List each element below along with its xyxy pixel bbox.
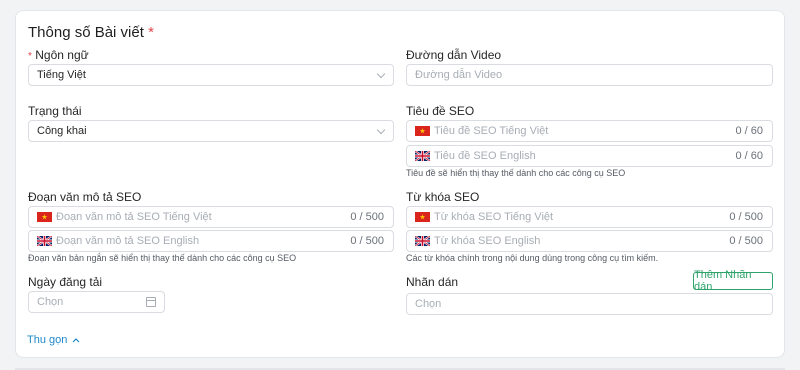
char-counter: 0 / 500 (350, 235, 384, 247)
publish-date-label: Ngày đăng tải (28, 275, 103, 289)
seo-desc-en-input[interactable]: Đoạn văn mô tả SEO English 0 / 500 (28, 230, 394, 252)
section-title-text: Thông số Bài viết (28, 24, 144, 41)
seo-title-label: Tiêu đề SEO (406, 104, 475, 118)
video-url-placeholder: Đường dẫn Video (415, 69, 503, 81)
seo-keywords-vi-input[interactable]: Từ khóa SEO Tiếng Việt 0 / 500 (406, 206, 773, 228)
section-title: Thông số Bài viết * (28, 24, 154, 41)
seo-desc-en-placeholder: Đoạn văn mô tả SEO English (56, 235, 200, 247)
char-counter: 0 / 500 (350, 211, 384, 223)
seo-keywords-hint: Các từ khóa chính trong nội dung dùng tr… (406, 253, 659, 263)
vietnam-flag-icon (415, 212, 430, 222)
uk-flag-icon (415, 151, 430, 161)
video-label: Đường dẫn Video (406, 48, 502, 62)
tags-placeholder: Chọn (415, 298, 442, 310)
seo-keywords-en-placeholder: Từ khóa SEO English (434, 235, 541, 247)
publish-date-placeholder: Chọn (37, 296, 64, 308)
collapse-toggle[interactable]: Thu gọn (27, 334, 80, 346)
add-tag-button[interactable]: Thêm Nhãn dán (693, 269, 773, 293)
seo-title-vi-placeholder: Tiêu đề SEO Tiếng Việt (434, 125, 549, 137)
seo-desc-vi-input[interactable]: Đoạn văn mô tả SEO Tiếng Việt 0 / 500 (28, 206, 394, 228)
seo-keywords-vi-placeholder: Từ khóa SEO Tiếng Việt (434, 211, 554, 223)
language-label-text: Ngôn ngữ (35, 48, 89, 62)
chevron-down-icon (376, 125, 386, 135)
chevron-up-icon (72, 338, 80, 343)
language-select-value: Tiếng Việt (37, 69, 86, 81)
vietnam-flag-icon (415, 126, 430, 136)
seo-keywords-label: Từ khóa SEO (406, 190, 480, 204)
char-counter: 0 / 60 (735, 125, 763, 137)
publish-date-picker[interactable]: Chọn (28, 291, 165, 313)
seo-title-vi-input[interactable]: Tiêu đề SEO Tiếng Việt 0 / 60 (406, 120, 773, 142)
char-counter: 0 / 60 (735, 150, 763, 162)
tags-select[interactable]: Chọn (406, 293, 773, 315)
seo-title-hint: Tiêu đề sẽ hiển thị thay thế dành cho cá… (406, 168, 626, 178)
language-label: * Ngôn ngữ (28, 48, 89, 62)
status-label: Trạng thái (28, 104, 82, 118)
uk-flag-icon (415, 236, 430, 246)
tags-label: Nhãn dán (406, 275, 459, 289)
calendar-icon (146, 297, 156, 307)
chevron-down-icon (376, 69, 386, 79)
char-counter: 0 / 500 (729, 211, 763, 223)
status-select[interactable]: Công khai (28, 120, 394, 142)
vietnam-flag-icon (37, 212, 52, 222)
uk-flag-icon (37, 236, 52, 246)
seo-title-en-placeholder: Tiêu đề SEO English (434, 150, 536, 162)
collapse-label: Thu gọn (27, 334, 68, 346)
status-select-value: Công khai (37, 125, 87, 137)
seo-desc-label: Đoạn văn mô tả SEO (28, 190, 142, 204)
seo-title-en-input[interactable]: Tiêu đề SEO English 0 / 60 (406, 145, 773, 167)
required-mark: * (28, 51, 32, 62)
char-counter: 0 / 500 (729, 235, 763, 247)
seo-desc-vi-placeholder: Đoạn văn mô tả SEO Tiếng Việt (56, 211, 212, 223)
seo-keywords-en-input[interactable]: Từ khóa SEO English 0 / 500 (406, 230, 773, 252)
required-mark: * (148, 24, 154, 41)
video-url-input[interactable]: Đường dẫn Video (406, 64, 773, 86)
seo-desc-hint: Đoạn văn bản ngắn sẽ hiển thị thay thế d… (28, 253, 297, 263)
language-select[interactable]: Tiếng Việt (28, 64, 394, 86)
article-settings-card: Thông số Bài viết * * Ngôn ngữ Tiếng Việ… (15, 10, 785, 358)
